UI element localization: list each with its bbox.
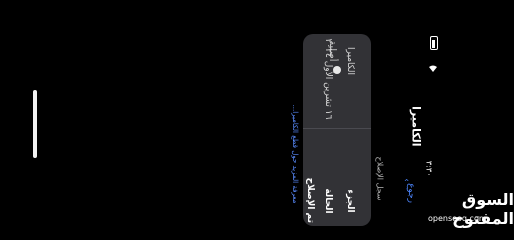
watermark-english: opensooq.com [428, 214, 487, 223]
card-row-repaired-label: تم الإصلاح [305, 177, 315, 223]
back-time: ٣:٣٠ [424, 160, 434, 177]
learn-more-link[interactable]: معرفة المزيد حول قطع الكاميرا... [291, 89, 299, 219]
home-indicator [33, 90, 37, 158]
wifi-icon [428, 58, 438, 72]
section-label: سجل الإصلاح [375, 156, 385, 201]
card-divider [303, 128, 371, 129]
page-title: الكاميرا [409, 106, 423, 147]
battery-icon [430, 36, 438, 50]
card-row-part-label: الجزء [345, 189, 355, 213]
card-row-part-value: الكاميرا [345, 47, 355, 75]
check-badge-icon [333, 66, 341, 74]
card-row-repaired-date: ١٦ تشرين الأول ٢٠٢٤ [323, 38, 333, 120]
card-row-status-label: الحالة [323, 188, 333, 214]
chevron-left-icon[interactable]: ‹ [401, 178, 411, 182]
